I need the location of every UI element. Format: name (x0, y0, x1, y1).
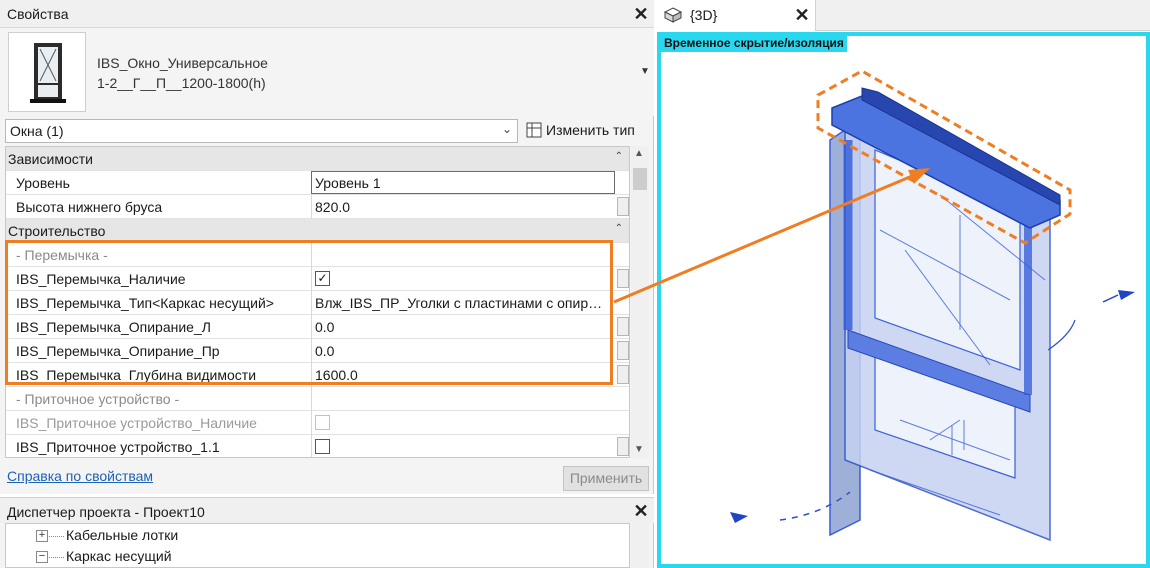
property-row-sill-height[interactable]: Высота нижнего бруса 820.0 (6, 195, 629, 219)
tree-item-cable-trays[interactable]: Кабельные лотки (66, 527, 178, 543)
property-value[interactable]: 0.0 (315, 343, 334, 359)
property-value[interactable]: 820.0 (315, 199, 350, 215)
edit-type-button[interactable]: Изменить тип (524, 119, 650, 143)
tab-3d-label: {3D} (690, 7, 718, 23)
property-row-lintel-depth[interactable]: IBS_Перемычка_Глубина видимости 1600.0 (6, 363, 629, 387)
property-name: Уровень (16, 175, 70, 191)
chevron-down-icon: ⌄ (501, 122, 512, 136)
3d-viewport[interactable] (657, 32, 1150, 568)
temporary-isolate-badge: Временное скрытие/изоляция (661, 35, 847, 52)
properties-grid: Зависимости ⌃ Уровень Уровень 1 Высота н… (5, 146, 630, 458)
vent-1-1-checkbox[interactable] (315, 439, 330, 454)
subgroup-vent: - Приточное устройство - (6, 387, 629, 411)
type-name-line1: IBS_Окно_Универсальное (97, 55, 268, 71)
value-stepper[interactable] (617, 341, 629, 360)
property-name: IBS_Перемычка_Наличие (16, 271, 186, 287)
close-icon[interactable]: ✕ (633, 5, 649, 23)
properties-title: Свойства (7, 6, 69, 22)
property-row-lintel-support-r[interactable]: IBS_Перемычка_Опирание_Пр 0.0 (6, 339, 629, 363)
group-label: Строительство (8, 223, 106, 239)
collapse-icon[interactable]: − (36, 551, 48, 563)
tab-3d-view[interactable]: {3D} ✕ (656, 0, 816, 31)
close-icon[interactable]: ✕ (633, 502, 649, 520)
value-stepper[interactable] (617, 365, 629, 384)
property-name: Высота нижнего бруса (16, 199, 163, 215)
value-stepper[interactable] (617, 317, 629, 336)
instance-filter-value: Окна (1) (10, 123, 64, 139)
property-row-vent-presence: IBS_Приточное устройство_Наличие (6, 411, 629, 435)
properties-title-bar: Свойства ✕ (0, 0, 654, 28)
project-browser: Диспетчер проекта - Проект10 ✕ + Кабельн… (0, 497, 654, 568)
group-constraints[interactable]: Зависимости ⌃ (6, 147, 629, 171)
group-construction[interactable]: Строительство ⌃ (6, 219, 629, 243)
subgroup-label: - Перемычка - (16, 247, 108, 263)
scrollbar-thumb[interactable] (633, 168, 647, 190)
value-stepper[interactable] (617, 197, 629, 216)
project-browser-title: Диспетчер проекта - Проект10 (7, 504, 205, 520)
project-browser-scrollbar[interactable] (631, 523, 649, 568)
window-thumbnail-icon (8, 32, 86, 112)
scroll-up-icon[interactable]: ▲ (634, 148, 644, 159)
property-row-lintel-support-l[interactable]: IBS_Перемычка_Опирание_Л 0.0 (6, 315, 629, 339)
property-name: IBS_Приточное устройство_1.1 (16, 439, 220, 455)
scroll-down-icon[interactable]: ▼ (634, 444, 644, 455)
project-tree: + Кабельные лотки − Каркас несущий (5, 523, 630, 568)
subgroup-label: - Приточное устройство - (16, 391, 180, 407)
property-name: IBS_Приточное устройство_Наличие (16, 415, 257, 431)
value-stepper[interactable] (617, 437, 629, 456)
expand-icon[interactable]: + (36, 530, 48, 542)
apply-button[interactable]: Применить (563, 466, 649, 491)
edit-type-icon (526, 122, 542, 138)
group-label: Зависимости (8, 151, 93, 167)
collapse-icon[interactable]: ⌃ (615, 223, 623, 234)
properties-scrollbar[interactable]: ▲ ▼ (631, 146, 649, 458)
property-name: IBS_Перемычка_Тип<Каркас несущий> (16, 295, 274, 311)
property-row-lintel-type[interactable]: IBS_Перемычка_Тип<Каркас несущий> Влж_IB… (6, 291, 629, 315)
close-icon[interactable]: ✕ (794, 6, 810, 24)
lintel-presence-checkbox[interactable]: ✓ (315, 271, 330, 286)
property-name: IBS_Перемычка_Глубина видимости (16, 367, 257, 383)
edit-type-label: Изменить тип (546, 122, 635, 138)
property-value: Уровень 1 (315, 175, 381, 191)
vent-presence-checkbox (315, 415, 330, 430)
3d-view-icon (664, 7, 682, 23)
property-value[interactable]: 0.0 (315, 319, 334, 335)
value-stepper[interactable] (617, 269, 629, 288)
property-row-level[interactable]: Уровень Уровень 1 (6, 171, 629, 195)
property-value[interactable]: Влж_IBS_ПР_Уголки с пластинами с опир… (315, 295, 602, 311)
collapse-icon[interactable]: ⌃ (615, 151, 623, 162)
type-selector[interactable] (0, 28, 654, 116)
property-row-vent-1-1[interactable]: IBS_Приточное устройство_1.1 (6, 435, 629, 457)
tree-item-structural-framing[interactable]: Каркас несущий (66, 548, 172, 564)
property-value[interactable]: 1600.0 (315, 367, 358, 383)
property-name: IBS_Перемычка_Опирание_Л (16, 319, 211, 335)
property-row-lintel-presence[interactable]: IBS_Перемычка_Наличие ✓ (6, 267, 629, 291)
property-name: IBS_Перемычка_Опирание_Пр (16, 343, 220, 359)
properties-help-link[interactable]: Справка по свойствам (7, 468, 153, 484)
instance-filter-select[interactable]: Окна (1) ⌄ (5, 119, 518, 143)
subgroup-lintel: - Перемычка - (6, 243, 629, 267)
project-browser-title-bar: Диспетчер проекта - Проект10 ✕ (0, 497, 654, 523)
type-name-line2: 1-2__Г__П__1200-1800(h) (97, 75, 266, 91)
type-dropdown-icon[interactable]: ▼ (640, 66, 650, 77)
